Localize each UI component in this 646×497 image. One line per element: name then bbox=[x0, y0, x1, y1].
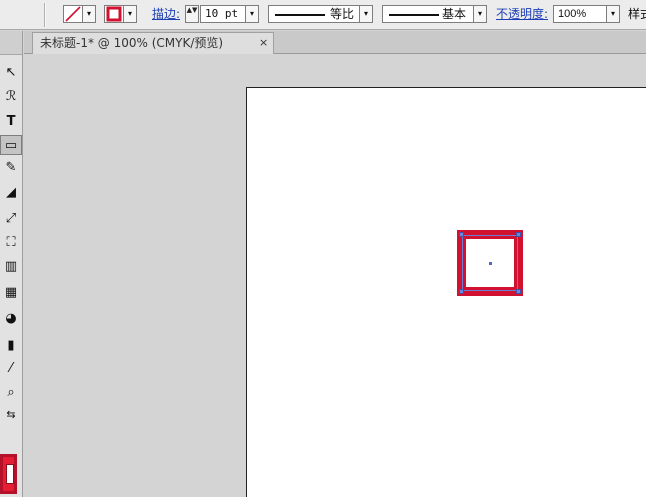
control-bar-separator bbox=[44, 3, 46, 27]
eraser-tool-icon[interactable]: ◢ bbox=[0, 183, 22, 203]
stroke-weight-dropdown[interactable]: ▾ bbox=[246, 5, 259, 23]
lasso-tool-icon[interactable]: ℛ bbox=[0, 87, 22, 107]
stroke-dropdown-button[interactable]: ▾ bbox=[124, 5, 137, 23]
artboard[interactable] bbox=[246, 87, 646, 497]
opacity-label[interactable]: 不透明度: bbox=[496, 7, 548, 22]
brush-preview-line bbox=[389, 14, 439, 16]
brush-label: 基本 bbox=[442, 7, 467, 21]
none-fill-icon bbox=[65, 6, 81, 22]
anchor-point-top-left[interactable] bbox=[459, 232, 464, 237]
opacity-input[interactable]: 100% bbox=[553, 5, 607, 23]
document-tab-title: 未标题-1* @ 100% (CMYK/预览) bbox=[40, 36, 224, 50]
scale-tool-icon[interactable]: ⤢ bbox=[0, 209, 22, 229]
pencil-tool-icon[interactable]: ✎ bbox=[0, 158, 22, 178]
fill-swatch[interactable] bbox=[63, 5, 83, 23]
blend-tool-icon[interactable]: ◕ bbox=[0, 309, 22, 329]
variable-width-profile-select[interactable]: 等比 bbox=[268, 5, 360, 23]
zoom-tool-icon[interactable]: ⌕ bbox=[0, 383, 22, 403]
illustrator-window: ▾ ▾ 描边: ▲▼ 10 pt ▾ 等比 ▾ 基本 ▾ 不透明度: 100% … bbox=[0, 0, 646, 497]
anchor-point-bottom-right[interactable] bbox=[516, 289, 521, 294]
stroke-swatch-icon bbox=[106, 6, 122, 22]
profile-label: 等比 bbox=[330, 7, 355, 21]
stroke-weight-spinner[interactable]: ▲▼ bbox=[185, 5, 199, 23]
anchor-point-top-right[interactable] bbox=[516, 232, 521, 237]
tools-panel: ↖ ℛ T ▭ ✎ ◢ ⤢ ⛶ ▥ ▦ ◕ ▮ ⁄ ⌕ ⇆ bbox=[0, 31, 23, 497]
fill-dropdown-button[interactable]: ▾ bbox=[83, 5, 96, 23]
direct-selection-tool-icon[interactable]: ↖ bbox=[0, 63, 22, 83]
document-tab-bar: 未标题-1* @ 100% (CMYK/预览) × bbox=[24, 31, 646, 54]
document-tab[interactable]: 未标题-1* @ 100% (CMYK/预览) × bbox=[32, 32, 274, 54]
profile-preview-line bbox=[275, 14, 325, 16]
eyedropper-tool-icon[interactable]: ⁄ bbox=[0, 359, 22, 379]
rectangle-tool-icon[interactable]: ▭ bbox=[0, 135, 22, 155]
stroke-label[interactable]: 描边: bbox=[152, 7, 180, 22]
stroke-weight-input[interactable]: 10 pt bbox=[200, 5, 246, 23]
gradient-tool-icon[interactable]: ▦ bbox=[0, 283, 22, 303]
style-label[interactable]: 样式 bbox=[628, 7, 646, 22]
swap-fill-stroke-icon[interactable]: ⇆ bbox=[0, 405, 22, 425]
canvas-area[interactable] bbox=[24, 55, 646, 497]
column-graph-tool-icon[interactable]: ▮ bbox=[0, 336, 22, 356]
anchor-point-bottom-left[interactable] bbox=[459, 289, 464, 294]
control-bar: ▾ ▾ 描边: ▲▼ 10 pt ▾ 等比 ▾ 基本 ▾ 不透明度: 100% … bbox=[0, 0, 646, 30]
stroke-swatch[interactable] bbox=[104, 5, 124, 23]
free-transform-tool-icon[interactable]: ⛶ bbox=[0, 233, 22, 253]
profile-dropdown-button[interactable]: ▾ bbox=[360, 5, 373, 23]
fill-color-indicator[interactable] bbox=[6, 464, 14, 484]
close-tab-icon[interactable]: × bbox=[259, 35, 268, 51]
type-tool-icon[interactable]: T bbox=[0, 112, 22, 132]
brush-dropdown-button[interactable]: ▾ bbox=[474, 5, 487, 23]
opacity-dropdown-button[interactable]: ▾ bbox=[607, 5, 620, 23]
fill-stroke-indicator[interactable] bbox=[0, 454, 17, 494]
brush-definition-select[interactable]: 基本 bbox=[382, 5, 474, 23]
tools-panel-grip[interactable] bbox=[0, 31, 22, 55]
symbol-sprayer-tool-icon[interactable]: ▥ bbox=[0, 257, 22, 277]
center-point bbox=[489, 262, 492, 265]
